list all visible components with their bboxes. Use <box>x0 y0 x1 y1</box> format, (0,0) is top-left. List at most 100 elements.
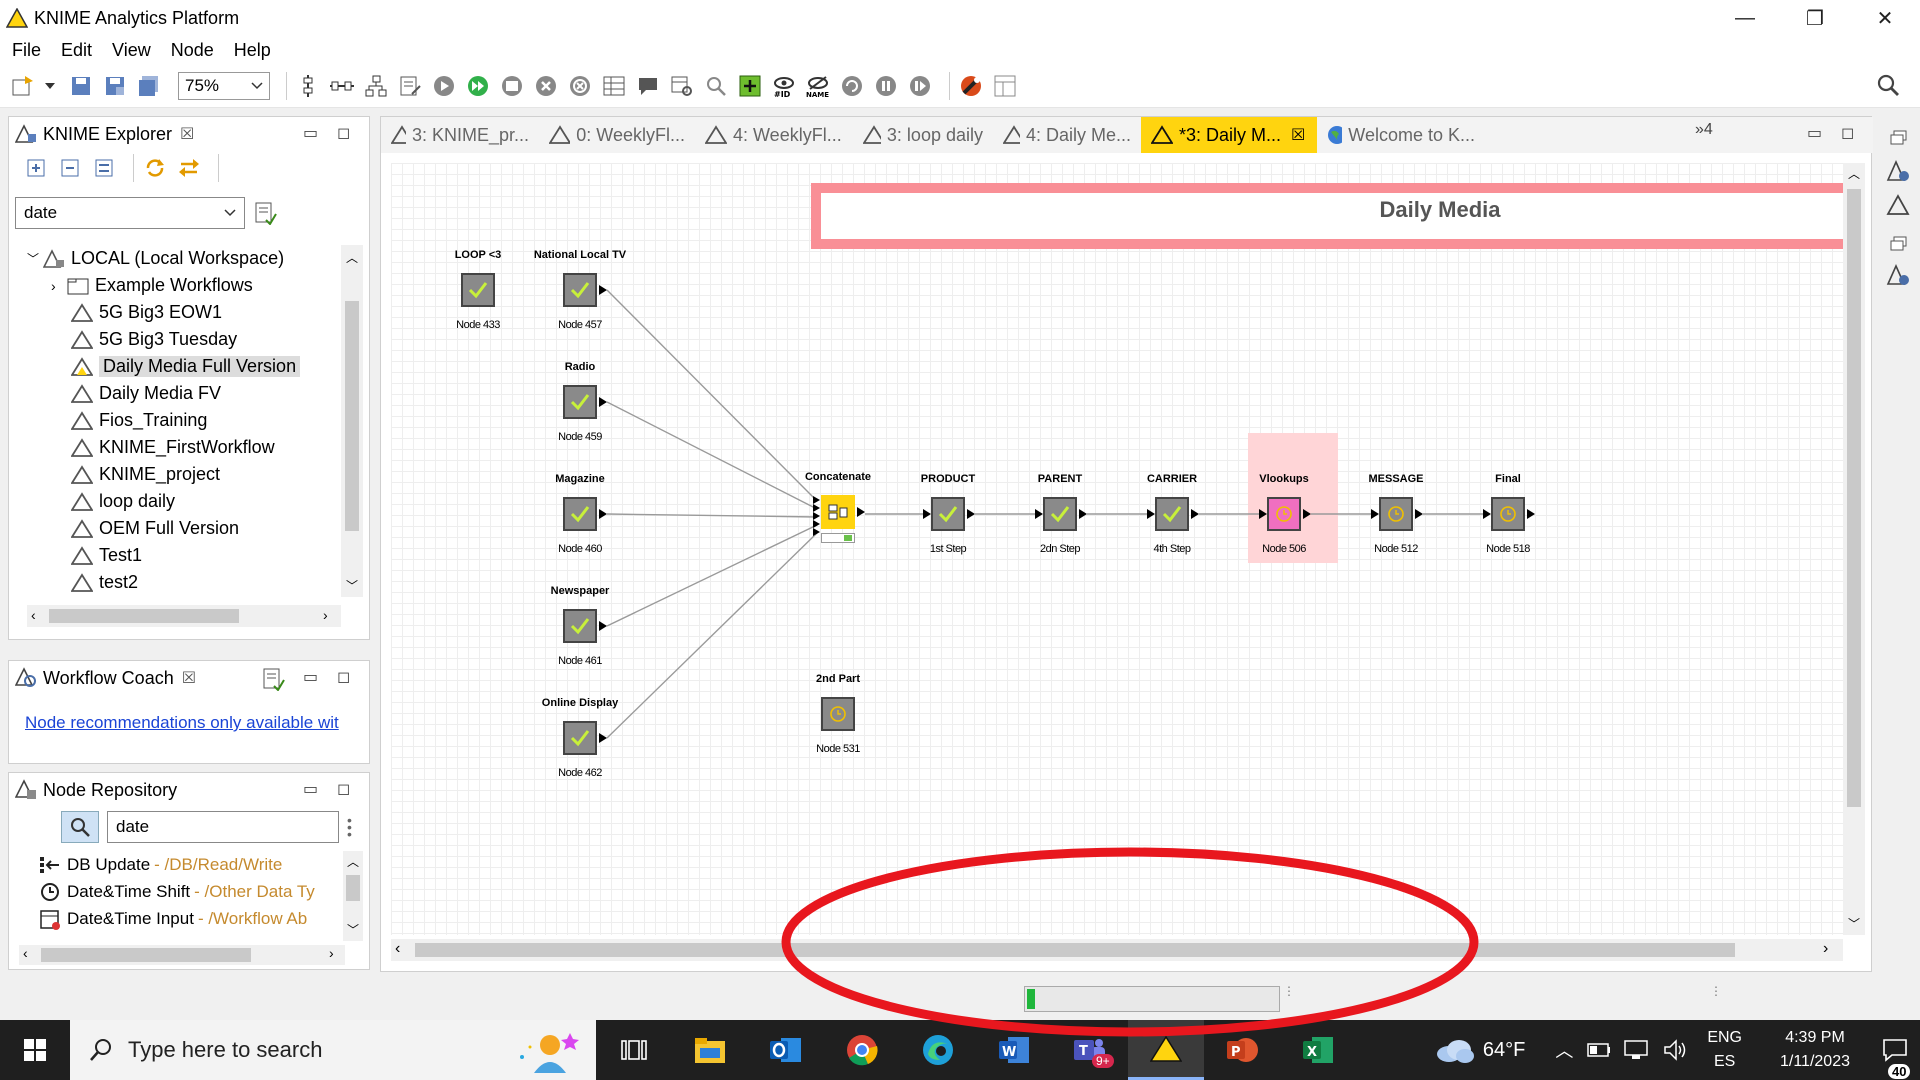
node-label[interactable]: Node 518 <box>1486 543 1530 555</box>
align-vertical-icon[interactable] <box>295 73 321 99</box>
output-port[interactable] <box>1303 509 1311 519</box>
restore-button[interactable]: ❐ <box>1780 0 1850 36</box>
node-label[interactable]: 2dn Step <box>1040 543 1081 555</box>
chevron-left-icon[interactable]: ‹ <box>395 940 400 958</box>
tree-item[interactable]: 5G Big3 Tuesday <box>27 326 345 353</box>
knime-taskbar-icon[interactable] <box>1128 1020 1204 1080</box>
minimize-button[interactable]: — <box>1710 0 1780 36</box>
output-port[interactable] <box>1079 509 1087 519</box>
scroll-thumb[interactable] <box>41 948 251 962</box>
close-button[interactable]: ✕ <box>1850 0 1920 36</box>
node-title[interactable]: CARRIER <box>1147 473 1197 485</box>
chevron-right-icon[interactable]: › <box>51 278 67 294</box>
outline-view-icon[interactable] <box>1886 194 1912 223</box>
cancel-icon[interactable] <box>533 73 559 99</box>
layout-editor-icon[interactable] <box>992 73 1018 99</box>
reset-icon[interactable] <box>601 73 627 99</box>
output-port[interactable] <box>599 509 607 519</box>
chrome-icon[interactable] <box>824 1020 900 1080</box>
node-title[interactable]: Vlookups <box>1259 473 1309 485</box>
canvas-vertical-scrollbar[interactable]: ︿ ﹀ <box>1843 163 1865 935</box>
chevron-up-icon[interactable]: ︿ <box>1848 165 1860 182</box>
node-radio[interactable] <box>563 385 597 419</box>
tree-item[interactable]: test2 <box>27 569 345 593</box>
explorer-filter-select[interactable]: date <box>15 197 245 229</box>
output-port[interactable] <box>1527 509 1535 519</box>
tree-item[interactable]: › Example Workflows <box>27 272 345 299</box>
node-final[interactable] <box>1491 497 1525 531</box>
node-title[interactable]: Newspaper <box>551 585 610 597</box>
menu-view[interactable]: View <box>104 40 163 61</box>
execute-open-view-icon[interactable] <box>499 73 525 99</box>
chevron-down-icon[interactable]: ﹀ <box>347 921 359 938</box>
input-port[interactable] <box>813 520 820 528</box>
node-label[interactable]: Node 462 <box>558 767 602 779</box>
battery-icon[interactable] <box>1587 1042 1611 1058</box>
node-parent[interactable] <box>1043 497 1077 531</box>
weather-widget[interactable]: 64°F <box>1435 1036 1525 1064</box>
explorer-vertical-scrollbar[interactable]: ︿ ﹀ <box>341 245 363 597</box>
node-newspaper[interactable] <box>563 609 597 643</box>
tree-item[interactable]: OEM Full Version <box>27 515 345 542</box>
powerpoint-icon[interactable]: P <box>1204 1020 1280 1080</box>
outlook-icon[interactable] <box>748 1020 824 1080</box>
tree-item[interactable]: ﹀ LOCAL (Local Workspace) <box>27 245 345 272</box>
node-vlookups[interactable] <box>1267 497 1301 531</box>
scroll-thumb[interactable] <box>49 609 239 623</box>
tree-item[interactable]: 5G Big3 EOW1 <box>27 299 345 326</box>
input-port[interactable] <box>813 528 820 536</box>
restore-view-icon[interactable] <box>1890 236 1908 257</box>
node-label[interactable]: Node 457 <box>558 319 602 331</box>
node-title[interactable]: MESSAGE <box>1368 473 1423 485</box>
output-port[interactable] <box>857 507 865 517</box>
execute-icon[interactable] <box>431 73 457 99</box>
node-title[interactable]: National Local TV <box>534 249 626 261</box>
node-carrier[interactable] <box>1155 497 1189 531</box>
input-port[interactable] <box>1259 509 1267 519</box>
chevron-up-icon[interactable]: ︿ <box>347 853 359 870</box>
refresh-icon[interactable] <box>142 155 168 181</box>
editor-tab[interactable]: 3: loop daily <box>853 117 993 153</box>
output-port[interactable] <box>1191 509 1199 519</box>
filter-settings-icon[interactable] <box>253 201 277 230</box>
workflow-canvas[interactable]: Daily Media LOOP <3 Node 433 National Loca… <box>391 163 1843 935</box>
cancel-all-icon[interactable] <box>567 73 593 99</box>
console-view-icon[interactable] <box>1886 264 1912 293</box>
repository-item[interactable]: Date&Time Shift - /Other Data Ty <box>39 878 349 905</box>
maximize-panel-icon[interactable]: ◻ <box>337 779 350 799</box>
more-options-icon[interactable]: • • • <box>347 813 352 841</box>
chevron-left-icon[interactable]: ‹ <box>31 607 36 623</box>
maximize-editor-icon[interactable]: ◻ <box>1841 123 1854 143</box>
node-label[interactable]: Node 461 <box>558 655 602 667</box>
zoom-icon[interactable] <box>703 73 729 99</box>
menu-help[interactable]: Help <box>226 40 283 61</box>
editor-tab[interactable]: 4: WeeklyFl... <box>695 117 853 153</box>
node-concat[interactable] <box>821 495 855 529</box>
node-label[interactable]: Node 531 <box>816 743 860 755</box>
coach-settings-icon[interactable] <box>261 667 285 696</box>
node-title[interactable]: Final <box>1495 473 1521 485</box>
tree-item[interactable]: Fios_Training <box>27 407 345 434</box>
chevron-down-icon[interactable]: ﹀ <box>1848 915 1860 932</box>
node-second[interactable] <box>821 697 855 731</box>
volume-icon[interactable] <box>1663 1039 1689 1061</box>
language-indicator[interactable]: ENG ES <box>1707 1026 1742 1074</box>
close-icon[interactable]: ☒ <box>182 668 196 688</box>
scroll-thumb[interactable] <box>415 943 1735 957</box>
chevron-right-icon[interactable]: › <box>1823 940 1828 958</box>
editor-tab[interactable]: 4: Daily Me... <box>993 117 1141 153</box>
menu-node[interactable]: Node <box>163 40 226 61</box>
menu-file[interactable]: File <box>4 40 53 61</box>
editor-tab[interactable]: 3: KNIME_pr... <box>381 117 539 153</box>
node-title[interactable]: Concatenate <box>805 471 871 483</box>
collapse-selected-icon[interactable] <box>91 155 117 181</box>
canvas-horizontal-scrollbar[interactable]: ‹ › <box>391 939 1843 961</box>
node-label[interactable]: Node 512 <box>1374 543 1418 555</box>
input-port[interactable] <box>813 504 820 512</box>
tab-overflow-button[interactable]: »4 <box>1695 121 1713 139</box>
auto-layout-icon[interactable] <box>363 73 389 99</box>
node-product[interactable] <box>931 497 965 531</box>
maximize-panel-icon[interactable]: ◻ <box>337 123 350 143</box>
chevron-up-icon[interactable]: ︿ <box>346 249 358 266</box>
node-label[interactable]: 1st Step <box>930 543 967 555</box>
